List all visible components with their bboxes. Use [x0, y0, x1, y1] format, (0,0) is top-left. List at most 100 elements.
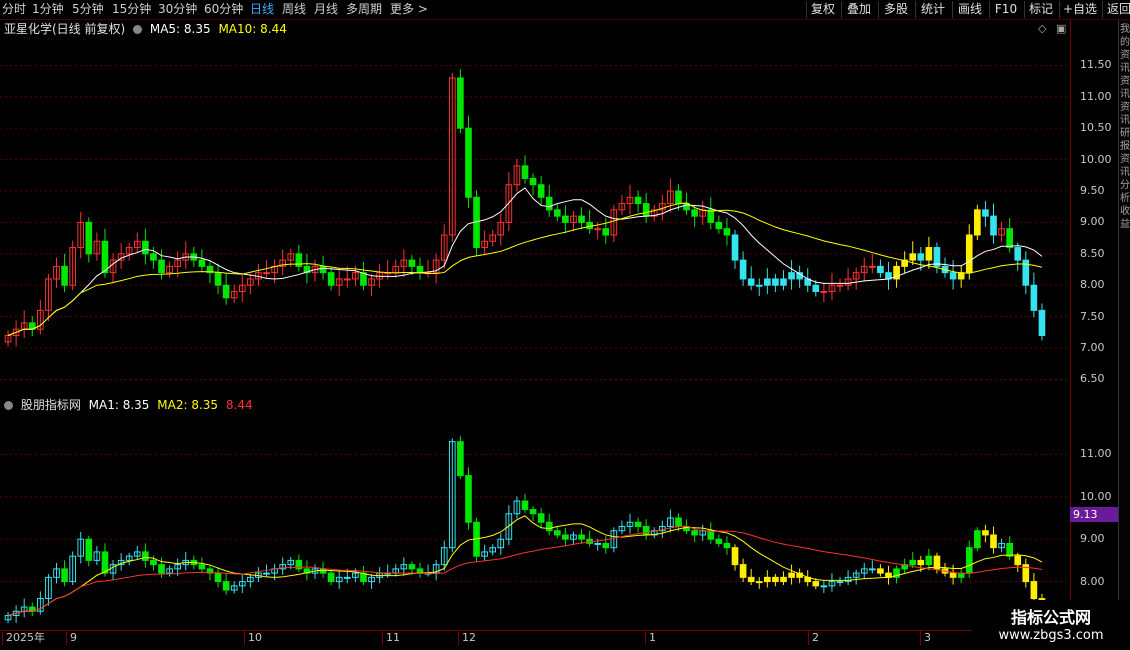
toolbar-button-2[interactable]: 多股	[878, 1, 913, 18]
indicator-body	[925, 555, 933, 566]
toolbar-button-8[interactable]: 返回	[1102, 1, 1130, 18]
indicator-body	[562, 534, 569, 540]
candle-body	[949, 272, 957, 280]
indicator-body	[723, 542, 731, 549]
main-kline-chart[interactable]	[0, 20, 1070, 398]
toolbar-button-0[interactable]: 复权	[806, 1, 839, 18]
indicator-body	[457, 441, 464, 477]
indicator-body	[553, 530, 561, 536]
candle-body	[691, 209, 698, 217]
side-tab-char: 资	[1120, 102, 1130, 113]
side-tab-char: 资	[1120, 154, 1130, 165]
window-icon[interactable]: ▣	[1056, 22, 1066, 35]
period-tab-0[interactable]: 分时	[2, 2, 26, 17]
candle-body	[755, 284, 763, 287]
indicator-body	[909, 559, 917, 566]
y-tick-label: 9.00	[1080, 532, 1105, 546]
indicator-body	[788, 572, 795, 578]
indicator-body	[965, 547, 973, 574]
candle-body	[1030, 284, 1038, 311]
y-tick-label: 7.00	[1080, 341, 1105, 355]
indicator-body	[747, 576, 755, 583]
settings-circle-icon[interactable]	[133, 25, 143, 34]
main-legend: 亚星化学(日线 前复权) MA5: 8.35 MA10: 8.44	[4, 21, 291, 37]
stock-title: 亚星化学(日线 前复权)	[4, 22, 126, 36]
toolbar-button-3[interactable]: 统计	[915, 1, 950, 18]
candle-body	[142, 240, 149, 255]
period-tab-1[interactable]: 1分钟	[32, 2, 64, 17]
candle-body	[917, 253, 925, 261]
sub-legend: 股朋指标网 MA1: 8.35 MA2: 8.35 8.44	[4, 397, 257, 413]
side-tab-char: 讯	[1120, 89, 1130, 100]
candle-body	[61, 265, 68, 286]
indicator-body	[263, 572, 270, 575]
indicator-body	[222, 581, 230, 591]
side-tab-char: 资	[1120, 76, 1130, 87]
y-tick-label: 9.00	[1080, 215, 1105, 229]
candle-body	[1014, 247, 1022, 261]
indicator-body	[990, 534, 997, 549]
candle-body	[780, 278, 787, 286]
toolbar-button-4[interactable]: 画线	[952, 1, 987, 18]
indicator-body	[1006, 542, 1013, 557]
candle-body	[327, 272, 335, 286]
period-tab-9[interactable]: 多周期	[346, 2, 382, 17]
period-tab-5[interactable]: 60分钟	[204, 2, 243, 17]
indicator-body	[1030, 581, 1038, 600]
period-tab-8[interactable]: 月线	[314, 2, 338, 17]
candle-body	[836, 284, 844, 287]
diamond-icon[interactable]: ◇	[1038, 22, 1046, 35]
period-tab-7[interactable]: 周线	[282, 2, 306, 17]
candle-body	[360, 272, 367, 286]
side-tab-char: 研	[1120, 128, 1130, 139]
indicator-body	[917, 559, 925, 566]
candle-body	[343, 278, 351, 281]
date-label: 2	[808, 631, 819, 645]
candle-body	[731, 234, 739, 261]
indicator-body	[877, 568, 884, 574]
candle-body	[85, 221, 93, 255]
side-tab-char: 收	[1120, 206, 1130, 217]
candle-body	[150, 253, 157, 261]
period-tab-6[interactable]: 日线	[250, 2, 274, 17]
toolbar-button-5[interactable]: F10	[989, 1, 1022, 18]
period-tab-2[interactable]: 5分钟	[72, 2, 104, 17]
indicator-body	[537, 513, 545, 523]
period-tab-10[interactable]: 更多 >	[390, 2, 428, 17]
side-strip[interactable]: 我的资讯资讯资讯研报资讯分析收益	[1118, 20, 1130, 630]
indicator-body	[142, 551, 149, 561]
y-tick-label: 8.00	[1080, 278, 1105, 292]
toolbar-button-6[interactable]: 标记	[1024, 1, 1057, 18]
candle-body	[537, 184, 545, 198]
indicator-body	[150, 559, 157, 566]
candle-body	[715, 221, 723, 230]
indicator-body	[61, 568, 68, 583]
candle-body	[408, 259, 416, 267]
settings-circle-icon[interactable]	[4, 401, 13, 410]
y-tick-label: 9.50	[1080, 184, 1105, 198]
y-tick-label: 8.50	[1080, 246, 1105, 260]
candle-body	[990, 215, 997, 236]
candle-body	[788, 272, 795, 280]
candle-body	[820, 291, 828, 294]
indicator-body	[158, 564, 165, 574]
indicator-body	[642, 525, 650, 536]
candle-body	[457, 77, 464, 129]
candle-body	[158, 259, 165, 274]
indicator-body	[85, 538, 93, 561]
ma2-label: MA2: 8.35	[157, 398, 219, 412]
date-label: 12	[458, 631, 476, 645]
candle-body	[877, 265, 884, 274]
period-tab-3[interactable]: 15分钟	[112, 2, 151, 17]
period-tab-4[interactable]: 30分钟	[158, 2, 197, 17]
date-label: 3	[920, 631, 931, 645]
indicator-chart[interactable]	[0, 398, 1070, 630]
y-tick-label: 8.00	[1080, 574, 1105, 588]
toolbar-button-7[interactable]: +自选	[1059, 1, 1100, 18]
toolbar-button-1[interactable]: 叠加	[841, 1, 876, 18]
date-label: 11	[382, 631, 400, 645]
side-tab-char: 的	[1120, 37, 1130, 48]
indicator-body	[319, 568, 327, 574]
toolbar: 分时 1分钟 5分钟 15分钟 30分钟 60分钟 日线 周线 月线 多周期 更多 > 复权 叠加 多股…	[0, 0, 1130, 20]
watermark-title: 指标公式网	[1010, 608, 1091, 627]
